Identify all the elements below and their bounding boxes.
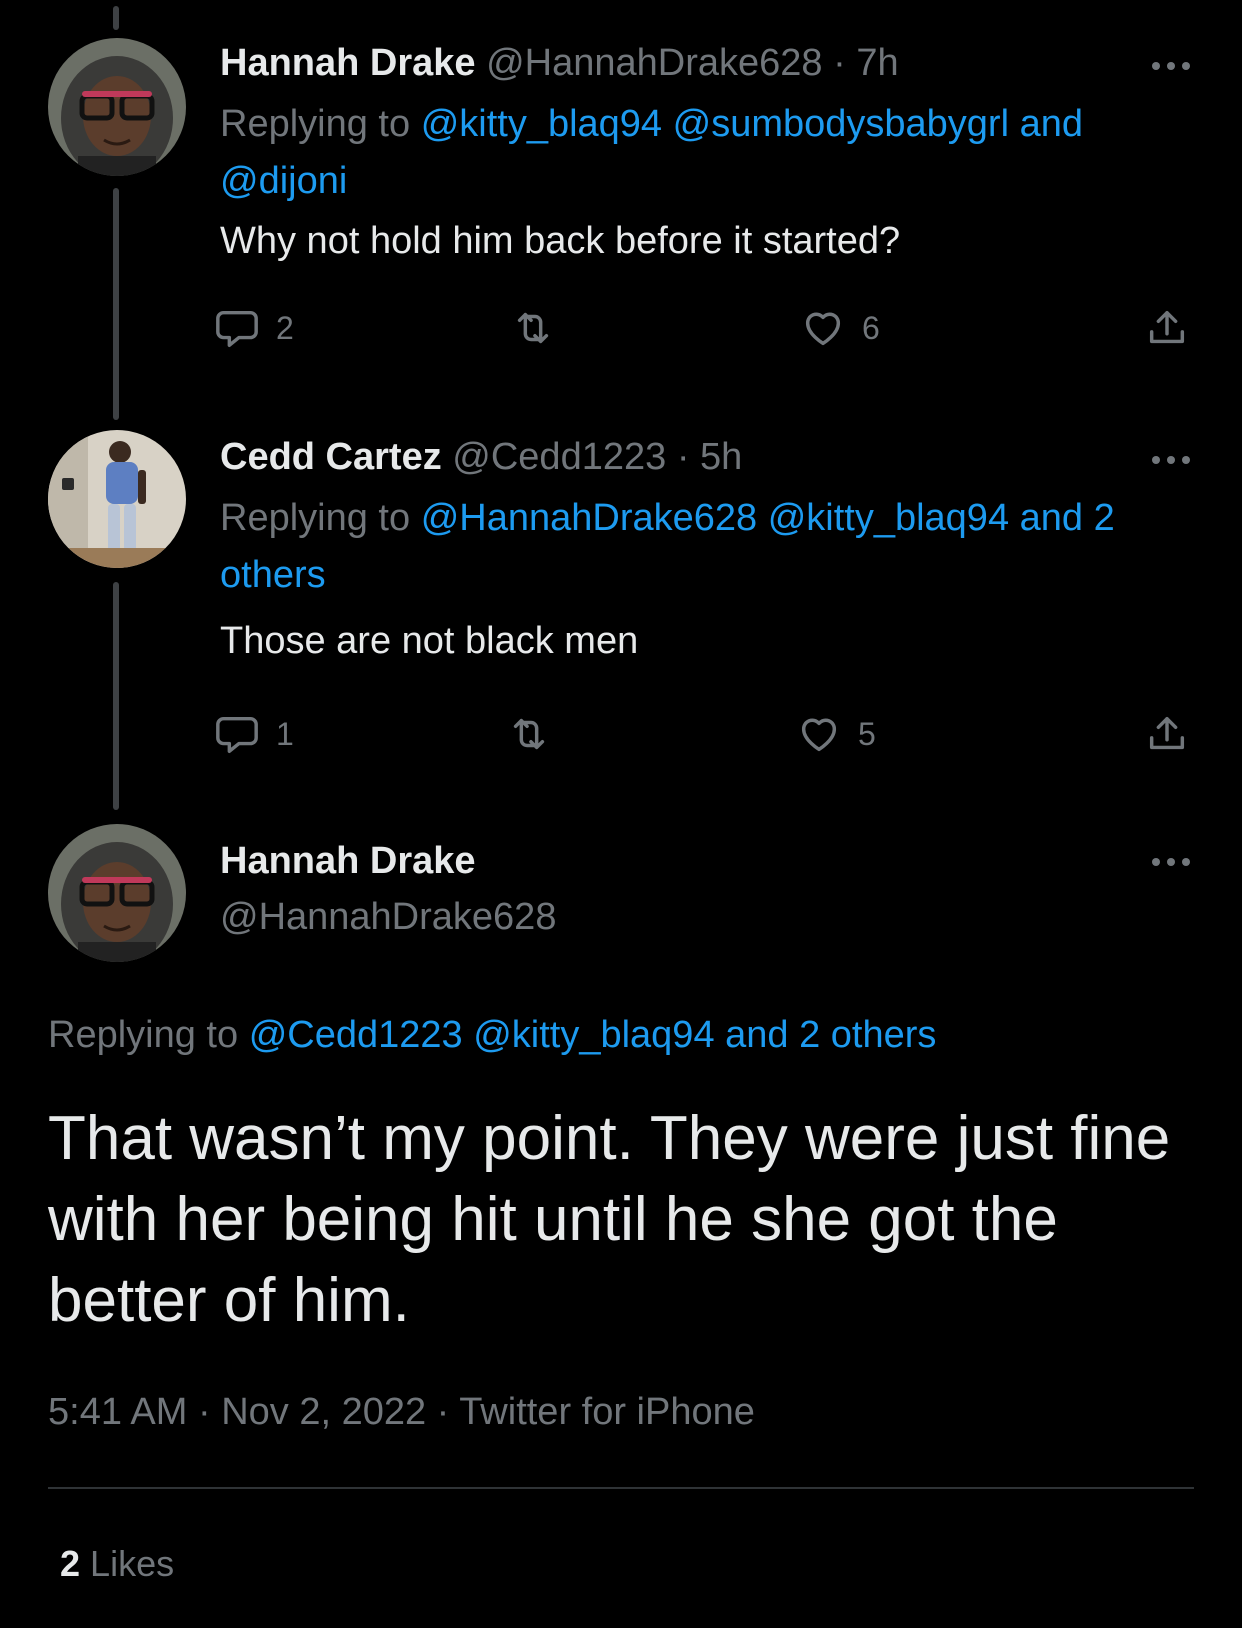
more-options-button[interactable] — [1148, 450, 1194, 470]
author-handle[interactable]: @HannahDrake628 — [220, 896, 556, 938]
retweet-button[interactable] — [506, 710, 568, 758]
avatar[interactable] — [48, 38, 186, 176]
like-count: 5 — [858, 715, 876, 752]
author-name[interactable]: Hannah Drake — [220, 42, 476, 84]
thread-line — [113, 6, 119, 30]
author-handle[interactable]: @Cedd1223 — [452, 436, 666, 478]
comment-icon — [216, 716, 258, 753]
more-options-button[interactable] — [1148, 852, 1194, 872]
tweet-time[interactable]: · 7h — [833, 42, 898, 84]
more-icon — [1152, 456, 1190, 464]
author-handle[interactable]: @HannahDrake628 — [486, 42, 822, 84]
like-count: 6 — [862, 309, 880, 346]
reply-count: 2 — [276, 309, 294, 346]
replying-to: Replying to @HannahDrake628 @kitty_blaq9… — [220, 490, 1180, 604]
heart-icon — [801, 718, 837, 752]
likes-label: Likes — [90, 1543, 175, 1584]
more-icon — [1152, 858, 1190, 866]
tweet-actions: 1 5 — [216, 710, 1190, 758]
share-icon — [1149, 716, 1185, 750]
thread-line — [113, 582, 119, 810]
author-name[interactable]: Hannah Drake — [220, 840, 476, 882]
main-tweet-author: Hannah Drake — [220, 838, 476, 884]
share-button[interactable] — [1144, 304, 1190, 352]
reply-button[interactable]: 2 — [214, 304, 294, 352]
reply-count: 1 — [276, 715, 294, 752]
main-tweet-text: That wasn’t my point. They were just fin… — [48, 1104, 1171, 1335]
thread-line — [113, 188, 119, 420]
replying-to: Replying to @kitty_blaq94 @sumbodysbabyg… — [220, 96, 1180, 210]
replying-to-label: Replying to — [48, 1014, 239, 1056]
tweet-header: Cedd Cartez @Cedd1223 · 5h — [220, 434, 742, 480]
author-name[interactable]: Cedd Cartez — [220, 436, 442, 478]
replying-to-label: Replying to — [220, 103, 411, 145]
tweet-text: Those are not black men — [220, 620, 639, 662]
replying-to-links[interactable]: @Cedd1223 @kitty_blaq94 and 2 others — [249, 1014, 937, 1056]
tweet-timestamp[interactable]: 5:41 AM · Nov 2, 2022 · Twitter for iPho… — [48, 1389, 755, 1435]
divider — [48, 1487, 1194, 1489]
retweet-icon — [513, 718, 545, 750]
main-tweet-handle-row: @HannahDrake628 — [220, 894, 556, 940]
heart-icon — [805, 312, 841, 346]
like-button[interactable]: 6 — [800, 304, 880, 352]
like-button[interactable]: 5 — [796, 710, 876, 758]
replying-to: Replying to @Cedd1223 @kitty_blaq94 and … — [48, 1012, 936, 1058]
more-options-button[interactable] — [1148, 56, 1194, 76]
tweet-text: Why not hold him back before it started? — [220, 220, 901, 262]
avatar[interactable] — [48, 824, 186, 962]
share-button[interactable] — [1144, 710, 1190, 758]
likes-count: 2 — [60, 1543, 81, 1584]
share-icon — [1149, 310, 1185, 344]
tweet-actions: 2 6 — [216, 304, 1190, 352]
retweet-button[interactable] — [510, 304, 572, 352]
tweet-time[interactable]: · 5h — [677, 436, 742, 478]
retweet-icon — [517, 312, 549, 344]
avatar[interactable] — [48, 430, 186, 568]
likes-summary[interactable]: 2 Likes — [60, 1541, 174, 1587]
replying-to-label: Replying to — [220, 497, 411, 539]
reply-button[interactable]: 1 — [214, 710, 294, 758]
tweet-header: Hannah Drake @HannahDrake628 · 7h — [220, 40, 899, 86]
comment-icon — [216, 310, 258, 347]
more-icon — [1152, 62, 1190, 70]
